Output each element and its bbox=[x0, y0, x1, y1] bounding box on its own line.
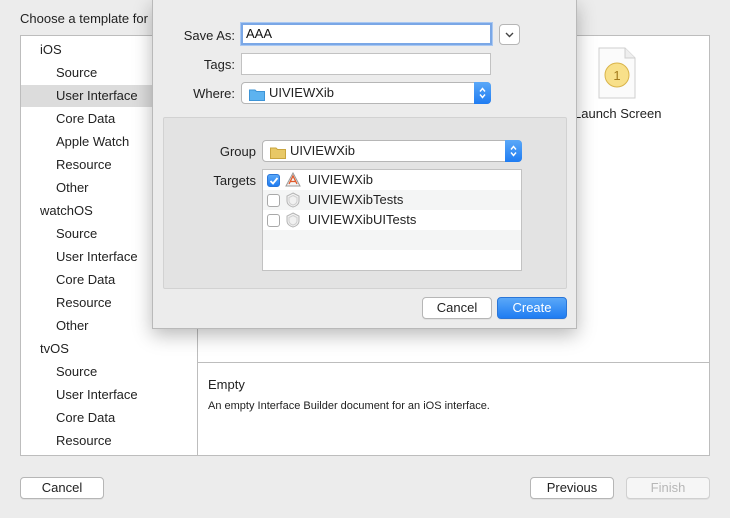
save-as-field[interactable]: AAA bbox=[241, 23, 492, 45]
finish-button[interactable]: Finish bbox=[626, 477, 710, 499]
create-button[interactable]: Create bbox=[497, 297, 567, 319]
target-name: UIVIEWXibTests bbox=[308, 192, 404, 207]
sheet-cancel-button[interactable]: Cancel bbox=[422, 297, 492, 319]
tags-label: Tags: bbox=[203, 57, 235, 72]
target-name: UIVIEWXibUITests bbox=[308, 212, 417, 227]
target-row-empty bbox=[263, 250, 521, 270]
where-label: Where: bbox=[193, 86, 235, 101]
targets-list[interactable]: UIVIEWXib UIVIEWXibTests UIVIEWXibUITests bbox=[262, 169, 522, 271]
group-label: Group bbox=[219, 144, 256, 159]
template-description-text: An empty Interface Builder document for … bbox=[208, 400, 490, 412]
folder-icon bbox=[249, 87, 265, 107]
chooser-cancel-button[interactable]: Cancel bbox=[20, 477, 104, 499]
target-checkbox[interactable] bbox=[267, 194, 280, 207]
target-row-empty bbox=[263, 230, 521, 250]
tags-field[interactable] bbox=[241, 53, 491, 75]
sidebar-item[interactable]: Resource bbox=[21, 430, 197, 452]
target-name: UIVIEWXib bbox=[308, 172, 374, 187]
target-row[interactable]: UIVIEWXibTests bbox=[263, 190, 521, 210]
target-checkbox[interactable] bbox=[267, 214, 280, 227]
save-as-label: Save As: bbox=[183, 28, 235, 43]
updown-arrows-icon bbox=[474, 82, 491, 104]
expand-sheet-button[interactable] bbox=[499, 24, 520, 45]
target-row[interactable]: UIVIEWXib bbox=[263, 170, 521, 190]
template-label-launch-screen[interactable]: Launch Screen bbox=[574, 106, 661, 121]
project-options-box: Group UIVIEWXib Targets UIVIEWXib UIVIEWX… bbox=[163, 117, 567, 289]
target-row[interactable]: UIVIEWXibUITests bbox=[263, 210, 521, 230]
chevron-down-icon bbox=[505, 32, 514, 37]
group-folder-icon bbox=[270, 145, 286, 165]
template-description-title: Empty bbox=[208, 377, 245, 392]
where-value: UIVIEWXib bbox=[269, 85, 335, 100]
targets-label: Targets bbox=[213, 173, 256, 188]
launch-screen-icon-number: 1 bbox=[613, 68, 620, 83]
detail-divider bbox=[198, 362, 709, 363]
chooser-heading: Choose a template for bbox=[20, 11, 148, 26]
group-popup[interactable]: UIVIEWXib bbox=[262, 140, 522, 162]
save-sheet: Save As: AAA Tags: Where: UIVIEWXib Grou… bbox=[152, 0, 577, 329]
group-value: UIVIEWXib bbox=[290, 143, 356, 158]
sidebar-item[interactable]: User Interface bbox=[21, 384, 197, 406]
sidebar-item[interactable]: Core Data bbox=[21, 407, 197, 429]
sidebar-section-header: tvOS bbox=[40, 341, 69, 356]
sidebar-item[interactable]: Source bbox=[21, 361, 197, 383]
launch-screen-file-icon[interactable]: 1 bbox=[598, 47, 636, 102]
target-checkbox[interactable] bbox=[267, 174, 280, 187]
updown-arrows-icon bbox=[505, 140, 522, 162]
previous-button[interactable]: Previous bbox=[530, 477, 614, 499]
where-popup[interactable]: UIVIEWXib bbox=[241, 82, 491, 104]
